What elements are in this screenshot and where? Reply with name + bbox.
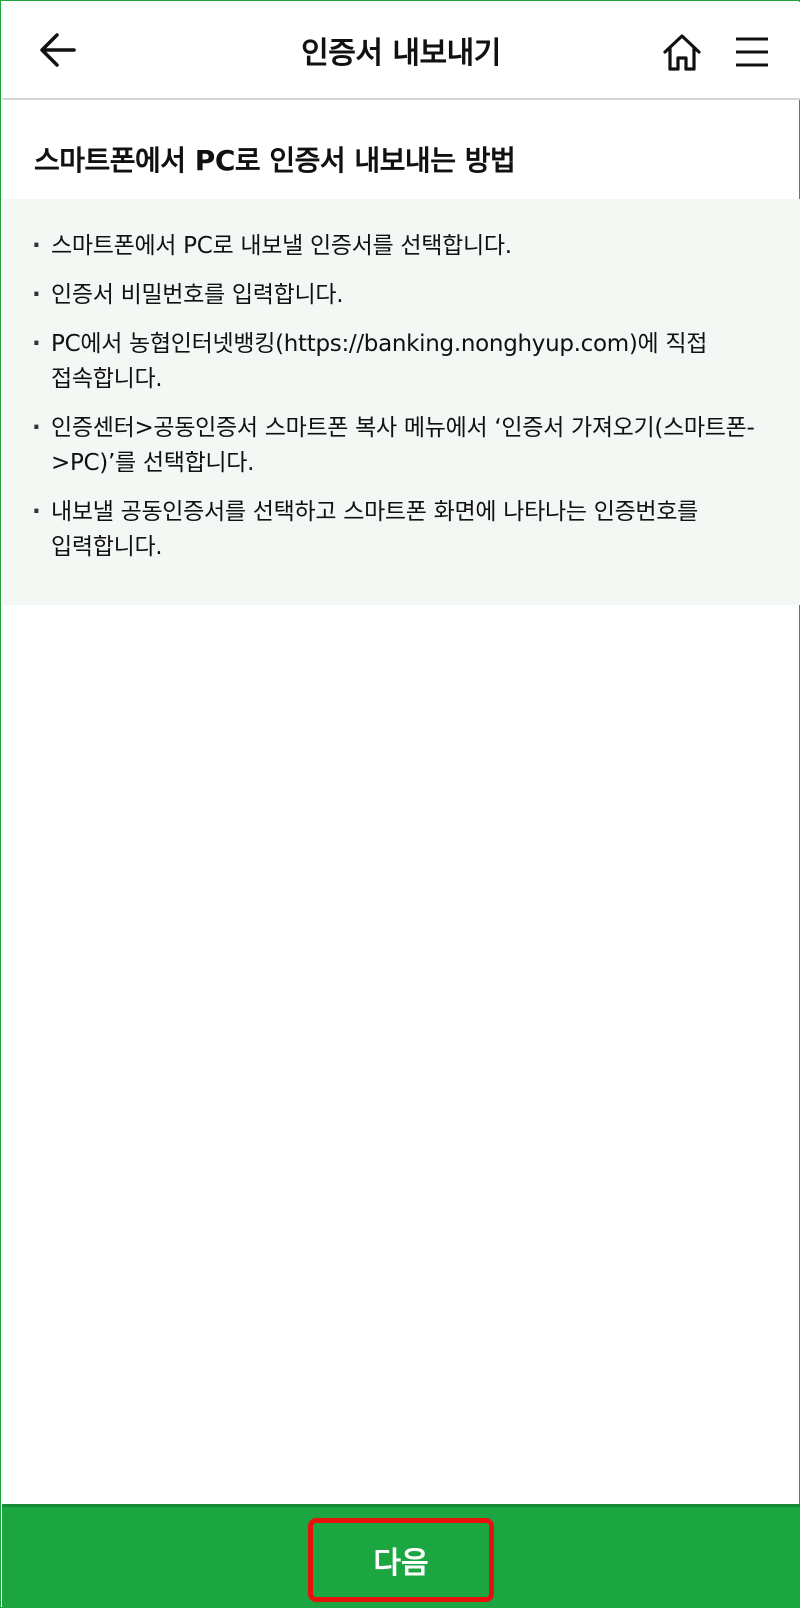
- bullet: ·: [32, 233, 41, 259]
- bullet: ·: [32, 331, 41, 357]
- bullet: ·: [32, 499, 41, 525]
- top-app-bar: 인증서 내보내기: [2, 2, 800, 100]
- bottom-action-bar: 다음: [2, 1504, 800, 1608]
- instructions-box: · 스마트폰에서 PC로 내보낼 인증서를 선택합니다. · 인증서 비밀번호를…: [2, 199, 800, 605]
- hamburger-menu-icon: [736, 37, 768, 67]
- bullet: ·: [32, 282, 41, 308]
- instruction-item: · 스마트폰에서 PC로 내보낼 인증서를 선택합니다.: [32, 229, 772, 264]
- back-button[interactable]: [30, 22, 86, 78]
- instruction-item: · 인증서 비밀번호를 입력합니다.: [32, 278, 772, 313]
- next-button[interactable]: 다음: [308, 1518, 494, 1602]
- instruction-item: · PC에서 농협인터넷뱅킹(https://banking.nonghyup.…: [32, 327, 772, 397]
- section-heading: 스마트폰에서 PC로 인증서 내보내는 방법: [34, 144, 516, 177]
- instruction-item: · 인증센터>공동인증서 스마트폰 복사 메뉴에서 ‘인증서 가져오기(스마트폰…: [32, 411, 772, 481]
- instruction-list: · 스마트폰에서 PC로 내보낼 인증서를 선택합니다. · 인증서 비밀번호를…: [32, 229, 772, 579]
- home-icon: [663, 34, 701, 71]
- app-frame: 인증서 내보내기 스마트폰에서 PC로 인증서 내보내는 방법 · 스마트폰에서…: [0, 0, 800, 1608]
- bullet: ·: [32, 415, 41, 441]
- instruction-text: 인증센터>공동인증서 스마트폰 복사 메뉴에서 ‘인증서 가져오기(스마트폰->…: [51, 415, 755, 476]
- arrow-left-icon: [40, 33, 76, 67]
- instruction-text: 스마트폰에서 PC로 내보낼 인증서를 선택합니다.: [51, 233, 512, 259]
- instruction-text: 내보낼 공동인증서를 선택하고 스마트폰 화면에 나타나는 인증번호를 입력합니…: [51, 499, 699, 560]
- instruction-text: PC에서 농협인터넷뱅킹(https://banking.nonghyup.co…: [51, 331, 708, 392]
- instruction-text: 인증서 비밀번호를 입력합니다.: [51, 282, 344, 308]
- instruction-item: · 내보낼 공동인증서를 선택하고 스마트폰 화면에 나타나는 인증번호를 입력…: [32, 495, 772, 565]
- home-button[interactable]: [654, 24, 710, 80]
- menu-button[interactable]: [722, 24, 782, 80]
